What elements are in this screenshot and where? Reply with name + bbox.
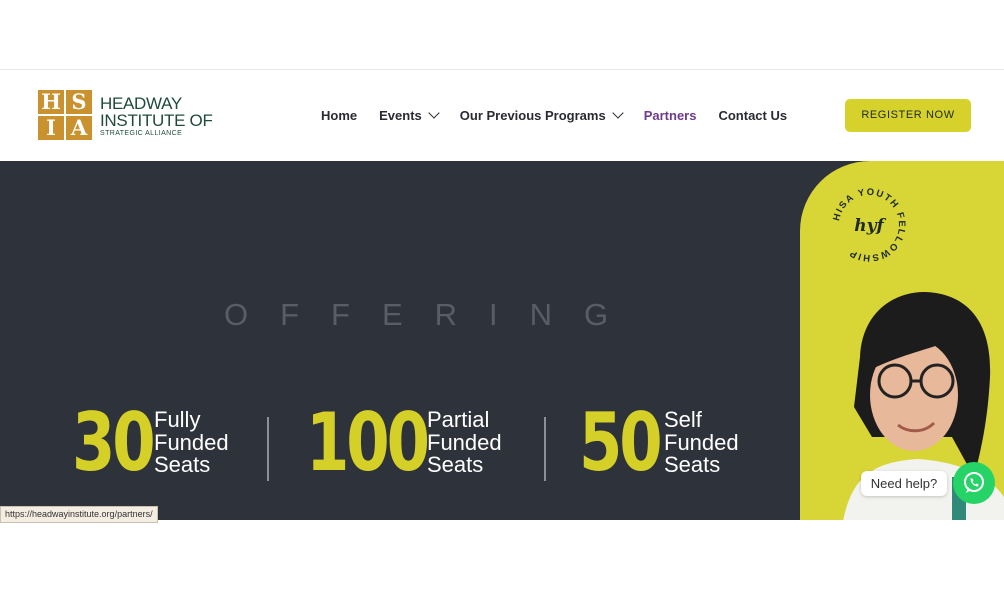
nav-item-label: Contact Us	[718, 108, 788, 123]
logo-letter-h: H	[38, 90, 64, 114]
logo-letter-s: S	[66, 90, 92, 114]
chevron-down-icon	[612, 107, 624, 119]
stat-partial-funded: 100 Partial Funded Seats	[306, 403, 502, 483]
logo-letter-i: I	[38, 116, 64, 140]
stat-label: Fully Funded Seats	[154, 407, 229, 478]
need-help-tooltip[interactable]: Need help?	[861, 471, 947, 496]
stat-number: 100	[306, 396, 430, 489]
nav-item-events[interactable]: Events	[379, 107, 440, 123]
hisa-youth-fellowship-badge: HISA YOUTH FELLOWSHIP hyf	[831, 187, 905, 263]
logo-mark: H S I A	[38, 90, 95, 142]
site-header: H S I A HEADWAY INSTITUTE OF STRATEGIC A…	[0, 70, 1004, 161]
stat-fully-funded: 30 Fully Funded Seats	[72, 403, 229, 483]
stat-divider	[267, 417, 269, 481]
stat-number: 50	[579, 396, 663, 489]
logo-line-1: HEADWAY	[100, 93, 182, 113]
stat-number: 30	[72, 396, 156, 489]
whatsapp-icon	[964, 472, 984, 493]
stat-label: Self Funded Seats	[664, 407, 739, 478]
logo-line-3: STRATEGIC ALLIANCE	[100, 129, 183, 137]
nav-item-home[interactable]: Home	[321, 108, 357, 123]
site-logo[interactable]: H S I A HEADWAY INSTITUTE OF STRATEGIC A…	[38, 90, 213, 142]
stat-self-funded: 50 Self Funded Seats	[579, 403, 739, 483]
logo-line-2: INSTITUTE OF	[100, 110, 213, 130]
main-nav: Home Events Our Previous Programs Partne…	[321, 107, 809, 123]
stat-divider	[544, 417, 546, 481]
status-bar-url: https://headwayinstitute.org/partners/	[0, 506, 158, 523]
chevron-down-icon	[428, 107, 440, 119]
nav-item-previous-programs[interactable]: Our Previous Programs	[459, 107, 624, 123]
whatsapp-chat-button[interactable]	[953, 462, 995, 504]
nav-item-label: Home	[321, 108, 358, 123]
top-blank-band	[0, 0, 1004, 70]
logo-wordmark: HEADWAY INSTITUTE OF STRATEGIC ALLIANCE	[100, 95, 213, 138]
nav-item-contact[interactable]: Contact Us	[718, 108, 787, 123]
nav-item-label: Our Previous Programs	[459, 108, 606, 123]
nav-item-label: Events	[379, 108, 422, 123]
hero-banner: OFFERING 30 Fully Funded Seats 100 Parti…	[0, 161, 1004, 520]
nav-item-label: Partners	[643, 108, 697, 123]
register-now-button[interactable]: REGISTER NOW	[845, 99, 971, 132]
badge-center-text: hyf	[854, 216, 886, 236]
stat-label: Partial Funded Seats	[427, 407, 502, 478]
logo-letter-a: A	[66, 116, 92, 140]
nav-item-partners[interactable]: Partners	[644, 108, 697, 123]
offering-heading: OFFERING	[224, 297, 641, 332]
